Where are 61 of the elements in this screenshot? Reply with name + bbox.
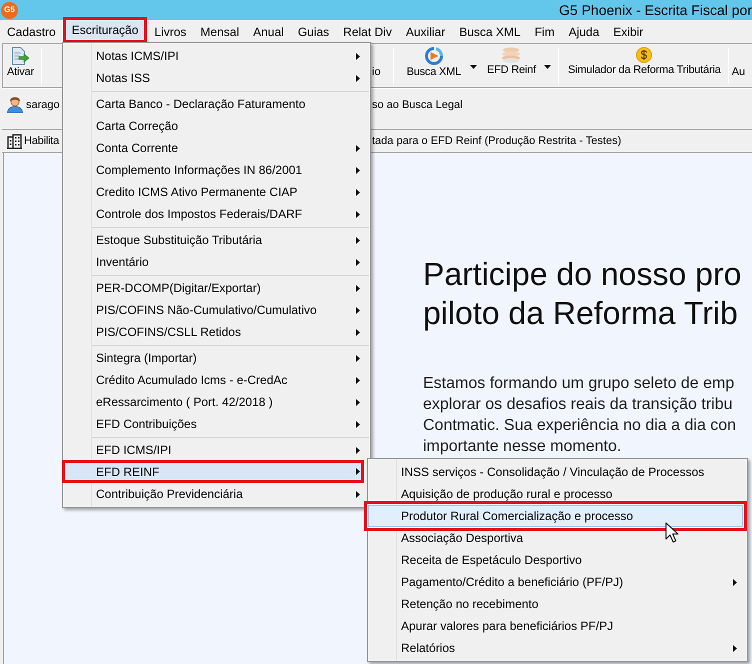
menu-item[interactable]: Conta Corrente: [63, 137, 370, 159]
menu-bar-item[interactable]: Busca XML: [452, 20, 528, 43]
submenu-item[interactable]: INSS serviços - Consolidação / Vinculação de Processos: [368, 461, 747, 483]
menu-bar-item[interactable]: Guias: [290, 20, 336, 43]
menu-item[interactable]: Credito ICMS Ativo Permanente CIAP: [63, 181, 370, 203]
menu-bar-item[interactable]: Cadastro: [0, 20, 63, 43]
menu-item[interactable]: eRessarcimento ( Port. 42/2018 ): [63, 391, 370, 413]
user-icon: [7, 97, 23, 113]
banner-heading: Participe do nosso pro piloto da Reforma Trib: [423, 255, 742, 333]
window-title: G5 Phoenix - Escrita Fiscal por: [559, 1, 752, 19]
menu-bar-item[interactable]: Anual: [246, 20, 291, 43]
menu-item[interactable]: Estoque Substituição Tributária: [63, 229, 370, 251]
submenu-item[interactable]: Pagamento/Crédito a beneficiário (PF/PJ): [368, 571, 747, 593]
building-icon: [7, 134, 22, 148]
notice-text: so ao Busca Legal: [372, 98, 463, 113]
submenu-item[interactable]: Apurar valores para beneficiários PF/PJ: [368, 615, 747, 637]
toolbar-button[interactable]: Simulador da Reforma Tributária: [568, 44, 721, 77]
submenu-item[interactable]: Retenção no recebimento: [368, 593, 747, 615]
menu-bar-item[interactable]: Escrituração: [62, 17, 148, 43]
menu-bar-item[interactable]: Auxiliar: [398, 20, 452, 43]
info-label: Habilita: [24, 134, 60, 148]
dropdown-caret-icon: [544, 65, 551, 69]
dropdown-caret-icon: [470, 65, 478, 69]
notice-text: tada para o EFD Reinf (Produção Restrita - Testes): [372, 134, 622, 148]
menu-bar-item[interactable]: Relat Div: [336, 20, 399, 43]
submenu-item[interactable]: Relatórios: [368, 637, 747, 659]
toolbar-button[interactable]: Busca XML: [406, 44, 478, 79]
menu-item[interactable]: EFD Contribuições: [63, 413, 370, 435]
submenu-item[interactable]: Receita de Espetáculo Desportivo: [368, 549, 747, 571]
menu-item[interactable]: Notas ISS: [63, 67, 370, 89]
menu-item[interactable]: EFD REINF: [62, 460, 364, 483]
menu-item[interactable]: Carta Banco - Declaração Faturamento: [63, 93, 370, 115]
disc-stack-icon: [501, 47, 522, 63]
menu-bar-item[interactable]: Livros: [147, 20, 194, 43]
menu-item[interactable]: PER-DCOMP(Digitar/Exportar): [63, 277, 370, 299]
toolbar-button[interactable]: Au: [732, 44, 746, 79]
toolbar-button[interactable]: Ativar: [7, 44, 34, 79]
play-ring-icon: [424, 47, 444, 65]
menu-item[interactable]: Controle dos Impostos Federais/DARF: [63, 203, 370, 225]
menu-item[interactable]: Crédito Acumulado Icms - e-CredAc: [63, 369, 370, 391]
menu-bar-item[interactable]: Mensal: [193, 20, 246, 43]
menu-bar-item[interactable]: Ajuda: [562, 20, 606, 43]
toolbar-button[interactable]: io: [372, 44, 381, 79]
dollar-coin-icon: [636, 47, 652, 63]
menu-item[interactable]: Sintegra (Importar): [63, 347, 370, 369]
menu-item[interactable]: Complemento Informações IN 86/2001: [63, 159, 370, 181]
menu-item[interactable]: Inventário: [63, 251, 370, 273]
menu-bar-item[interactable]: Exibir: [606, 20, 650, 43]
menu-item[interactable]: PIS/COFINS/CSLL Retidos: [63, 321, 370, 343]
app-logo: G5: [1, 2, 18, 18]
mouse-pointer-icon: [665, 522, 679, 544]
document-arrow-icon: [11, 47, 30, 65]
banner-paragraph: Estamos formando um grupo seleto de emp explorar os desafios reais da transição tribu Contmatic. Sua experiência no dia a dia con importante nesse momento.: [423, 374, 738, 457]
menu-item[interactable]: Carta Correção: [63, 115, 370, 137]
menu-item[interactable]: EFD ICMS/IPI: [63, 439, 370, 461]
toolbar-button[interactable]: EFD Reinf: [487, 44, 551, 77]
user-name: sarago: [26, 98, 60, 113]
menu-item[interactable]: Notas ICMS/IPI: [63, 45, 370, 67]
submenu-item[interactable]: Produtor Rural Comercialização e processo: [364, 501, 747, 531]
menu-bar-item[interactable]: Fim: [528, 20, 562, 43]
menu-item[interactable]: PIS/COFINS Não-Cumulativo/Cumulativo: [63, 299, 370, 321]
